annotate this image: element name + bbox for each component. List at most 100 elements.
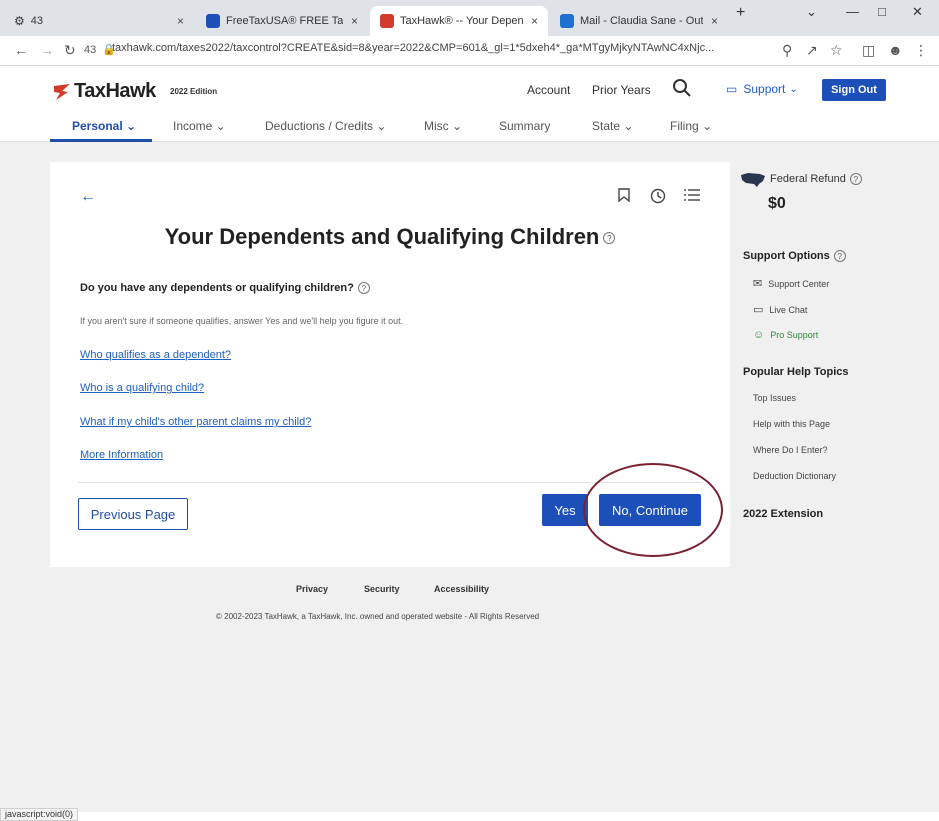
yes-button[interactable]: Yes — [542, 494, 588, 526]
pro-support-link[interactable]: ☺ Pro Support — [753, 329, 818, 341]
address-input[interactable]: taxhawk.com/taxes2022/taxcontrol?CREATE&… — [112, 42, 752, 60]
help-topic-top-issues[interactable]: Top Issues — [753, 393, 796, 403]
side-panel-icon[interactable]: ◫ — [862, 42, 875, 59]
question-hint: If you aren't sure if someone qualifies,… — [80, 316, 404, 326]
question-text: Do you have any dependents or qualifying… — [80, 282, 354, 294]
sign-out-button[interactable]: Sign Out — [822, 79, 886, 101]
reload-count: 43 — [84, 44, 97, 56]
tab-group-icon: ⚙ — [14, 14, 25, 28]
refund-label-text: Federal Refund — [770, 173, 846, 185]
popular-help-topics-heading: Popular Help Topics — [743, 366, 849, 378]
hawk-logo-icon — [54, 83, 70, 100]
qualifying-child-link[interactable]: Who is a qualifying child? — [80, 382, 204, 394]
help-question-icon[interactable]: ? — [603, 232, 616, 245]
privacy-link[interactable]: Privacy — [296, 584, 328, 594]
prior-years-link[interactable]: Prior Years — [592, 83, 651, 97]
chat-bubble-icon: ▭ — [726, 82, 738, 96]
federal-refund-amount: $0 — [768, 195, 786, 212]
help-topic-deduction-dictionary[interactable]: Deduction Dictionary — [753, 471, 836, 481]
browser-tab-group[interactable]: ⚙ 43 × — [4, 6, 194, 36]
tab-label: 43 — [30, 15, 44, 27]
taxhawk-logo[interactable]: TaxHawk — [52, 80, 156, 103]
forward-icon[interactable]: → — [40, 42, 54, 58]
account-link[interactable]: Account — [527, 83, 570, 97]
nav-misc[interactable]: Misc ⌄ — [424, 119, 462, 133]
edition-label: 2022 Edition — [170, 87, 218, 96]
close-tab-icon[interactable]: × — [169, 14, 184, 28]
copyright-text: © 2002-2023 TaxHawk, a TaxHawk, Inc. own… — [216, 612, 540, 621]
nav-state[interactable]: State ⌄ — [592, 119, 633, 133]
tab-search-icon[interactable]: ⌄ — [806, 4, 817, 20]
browser-tab-freetaxusa[interactable]: FreeTaxUSA® FREE Tax Filing... × — [196, 6, 368, 36]
outlook-favicon — [560, 14, 574, 28]
support-heading-text: Support Options — [743, 250, 830, 262]
more-information-link[interactable]: More Information — [80, 449, 163, 461]
accessibility-link[interactable]: Accessibility — [434, 584, 489, 594]
profile-icon[interactable]: ☻ — [888, 42, 903, 58]
previous-page-button[interactable]: Previous Page — [78, 498, 188, 530]
help-question-icon[interactable]: ? — [357, 282, 370, 295]
reload-icon[interactable]: ↻ — [64, 42, 76, 59]
browser-tab-bar: ⚙ 43 × FreeTaxUSA® FREE Tax Filing... × … — [0, 0, 939, 36]
history-clock-icon[interactable] — [650, 188, 666, 207]
nav-income[interactable]: Income ⌄ — [173, 119, 226, 133]
close-tab-icon[interactable]: × — [523, 14, 538, 28]
security-link[interactable]: Security — [364, 584, 400, 594]
help-question-icon[interactable]: ? — [849, 173, 862, 186]
support-center-link[interactable]: ✉ Support Center — [753, 277, 829, 290]
back-icon[interactable]: ← — [14, 42, 28, 58]
live-chat-link[interactable]: ▭ Live Chat — [753, 303, 807, 316]
search-icon[interactable] — [672, 78, 692, 98]
help-topic-this-page[interactable]: Help with this Page — [753, 419, 830, 429]
bookmark-star-icon[interactable]: ☆ — [830, 42, 843, 59]
person-icon: ☺ — [753, 329, 765, 341]
main-nav: Personal ⌄ Income ⌄ Deductions / Credits… — [0, 114, 939, 142]
live-chat-label: Live Chat — [769, 304, 808, 315]
close-tab-icon[interactable]: × — [703, 14, 718, 28]
tab-label: FreeTaxUSA® FREE Tax Filing... — [226, 15, 343, 27]
tab-label: TaxHawk® -- Your Dependent... — [400, 15, 523, 27]
pro-support-label: Pro Support — [770, 330, 819, 340]
support-options-heading: Support Options? — [743, 250, 846, 263]
new-tab-button[interactable]: + — [736, 4, 745, 22]
maximize-icon[interactable]: □ — [878, 4, 886, 19]
nav-personal[interactable]: Personal ⌄ — [72, 119, 136, 133]
share-icon[interactable]: ↗ — [806, 42, 818, 59]
envelope-icon: ✉ — [753, 278, 763, 290]
taxhawk-favicon — [380, 14, 394, 28]
chevron-down-icon: ⌄ — [789, 83, 798, 95]
support-menu[interactable]: ▭ Support ⌄ — [726, 82, 798, 96]
nav-summary[interactable]: Summary — [499, 119, 550, 133]
federal-refund-label: Federal Refund? — [770, 173, 862, 186]
back-arrow-icon[interactable]: ← — [80, 188, 96, 206]
page-title-text: Your Dependents and Qualifying Children — [164, 224, 600, 249]
nav-filing[interactable]: Filing ⌄ — [670, 119, 712, 133]
page-title: Your Dependents and Qualifying Children? — [50, 224, 730, 250]
browser-toolbar: ← → ↻ 43 🔒 taxhawk.com/taxes2022/taxcont… — [0, 36, 939, 66]
annotation-circle — [583, 463, 723, 557]
help-question-icon[interactable]: ? — [833, 250, 846, 263]
logo-text: TaxHawk — [74, 80, 156, 102]
help-topic-where-enter[interactable]: Where Do I Enter? — [753, 445, 828, 455]
support-center-label: Support Center — [768, 278, 830, 289]
list-menu-icon[interactable] — [684, 188, 700, 205]
tab-label: Mail - Claudia Sane - Outlook — [580, 15, 703, 27]
minimize-icon[interactable]: — — [846, 4, 859, 19]
browser-tab-outlook[interactable]: Mail - Claudia Sane - Outlook × — [550, 6, 728, 36]
other-parent-claims-link[interactable]: What if my child's other parent claims m… — [80, 416, 311, 428]
close-window-icon[interactable]: ✕ — [912, 4, 923, 20]
nav-deductions-credits[interactable]: Deductions / Credits ⌄ — [265, 119, 386, 133]
support-label: Support — [743, 82, 786, 96]
browser-tab-taxhawk[interactable]: TaxHawk® -- Your Dependent... × — [370, 6, 548, 36]
who-qualifies-dependent-link[interactable]: Who qualifies as a dependent? — [80, 349, 231, 361]
bookmark-icon[interactable] — [618, 188, 630, 205]
zoom-icon[interactable]: ⚲ — [782, 42, 792, 59]
site-header: TaxHawk 2022 Edition Account Prior Years… — [0, 66, 939, 114]
chat-icon: ▭ — [753, 304, 764, 316]
close-tab-icon[interactable]: × — [343, 14, 358, 28]
menu-icon[interactable]: ⋮ — [914, 42, 928, 59]
freetaxusa-favicon — [206, 14, 220, 28]
us-map-icon — [741, 173, 765, 187]
dependents-question: Do you have any dependents or qualifying… — [80, 282, 370, 295]
extension-link[interactable]: 2022 Extension — [743, 508, 823, 520]
